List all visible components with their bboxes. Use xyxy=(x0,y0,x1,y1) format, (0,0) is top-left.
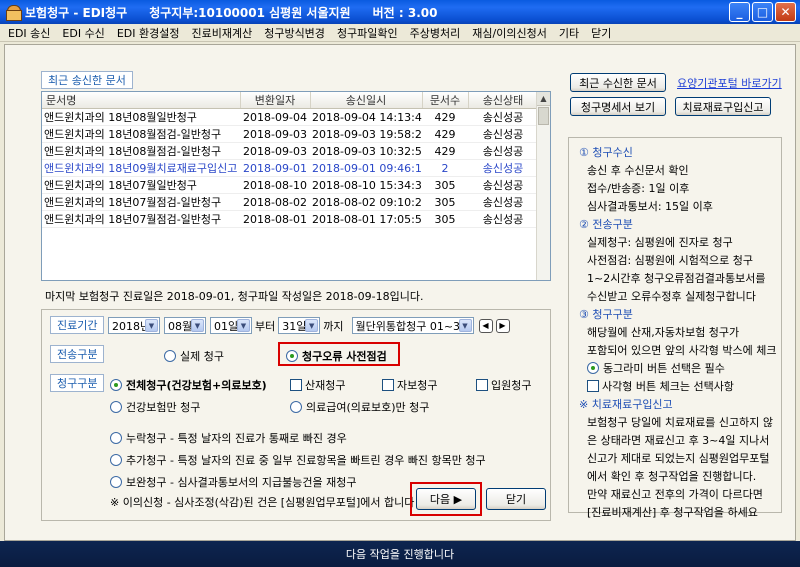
radio-omission[interactable]: 누락청구 - 특정 날자의 진료가 통째로 빠진 경우 xyxy=(110,430,347,446)
radio-icon xyxy=(290,401,302,413)
table-row[interactable]: 앤드윈치과의 18년07월점검-일반청구 2018-08-01 2018-08-01… xyxy=(42,210,538,228)
col-convert-date[interactable]: 변환일자 xyxy=(240,92,311,109)
radio-icon xyxy=(110,401,122,413)
claim-statement-button[interactable]: 청구명세서 보기 xyxy=(570,97,666,116)
radio-icon xyxy=(110,432,122,444)
menu-claim-file[interactable]: 청구파일확인 xyxy=(331,25,404,41)
chevron-down-icon: ▼ xyxy=(458,319,472,332)
radio-icon xyxy=(286,350,298,362)
radio-icon xyxy=(110,454,122,466)
table-scrollbar[interactable]: ▲ xyxy=(536,92,550,280)
scroll-thumb[interactable] xyxy=(538,107,549,125)
recent-docs-table[interactable]: 문서명 변환일자 송신일시 문서수 송신상태 앤드윈치과의 18년08월일반청구… xyxy=(41,91,551,281)
year-select[interactable]: 2018년 ▼ xyxy=(108,317,160,334)
prev-month-icon[interactable]: ◀ xyxy=(478,318,493,333)
info-panel: ① 청구수신 송신 후 수신문서 확인 접수/반송증: 1일 이후 심사결과통보… xyxy=(568,137,782,519)
radio-supplement[interactable]: 보완청구 - 심사결과통보서의 지급불능건을 재청구 xyxy=(110,474,356,490)
menu-appeal[interactable]: 재심/이의신청서 xyxy=(466,25,553,41)
table-header: 문서명 변환일자 송신일시 문서수 송신상태 xyxy=(42,92,539,109)
chevron-down-icon: ▼ xyxy=(191,319,204,332)
to-label: 까지 xyxy=(323,319,344,333)
col-send-status[interactable]: 송신상태 xyxy=(468,92,539,109)
recent-docs-label: 최근 송신한 문서 xyxy=(41,71,133,89)
main-panel: 최근 송신한 문서 문서명 변환일자 송신일시 문서수 송신상태 앤드윈치과의 … xyxy=(4,44,796,541)
table-row[interactable]: 앤드윈치과의 18년08월일반청구 2018-09-04 2018-09-04 14… xyxy=(42,108,538,126)
radio-medical-aid-only[interactable]: 의료급여(의료보호)만 청구 xyxy=(290,399,429,415)
version-info: 버전 : 3.00 xyxy=(372,5,438,20)
from-label: 부터 xyxy=(255,319,276,333)
menu-edi-settings[interactable]: EDI 환경설정 xyxy=(111,25,186,41)
check-sanjae[interactable]: 산재청구 xyxy=(290,377,345,393)
checkbox-icon xyxy=(290,379,302,391)
table-row[interactable]: 앤드윈치과의 18년08월점검-일반청구 2018-09-03 2018-09-03… xyxy=(42,142,538,160)
menu-claim-method[interactable]: 청구방식변경 xyxy=(258,25,331,41)
menu-recalculate[interactable]: 진료비재계산 xyxy=(185,25,258,41)
close-button[interactable]: 닫기 xyxy=(486,488,546,510)
menu-bar: EDI 송신 EDI 수신 EDI 환경설정 진료비재계산 청구방식변경 청구파… xyxy=(0,24,800,42)
menu-diagnosis[interactable]: 주상병처리 xyxy=(404,25,467,41)
window-title: 보험청구 - EDI청구 xyxy=(25,5,128,20)
app-icon xyxy=(6,5,22,21)
radio-icon xyxy=(110,379,122,391)
material-report-button[interactable]: 치료재료구입신고 xyxy=(675,97,771,116)
radio-icon xyxy=(587,362,599,374)
table-row[interactable]: 앤드윈치과의 18년07월일반청구 2018-08-10 2018-08-10 15… xyxy=(42,176,538,194)
chevron-down-icon: ▼ xyxy=(237,319,250,332)
radio-actual-claim[interactable]: 실제 청구 xyxy=(164,348,224,364)
claim-options-box: 진료기간 2018년 ▼ 08월 ▼ 01일 ▼ 부터 31일 ▼ 까지 월단위통합청구… xyxy=(41,309,551,521)
radio-icon xyxy=(110,476,122,488)
title-bar: 보험청구 - EDI청구 청구지부:10100001 심평원 서울지원 버전 :… xyxy=(0,0,800,24)
radio-claim-all[interactable]: 전체청구(건강보험+의료보호) xyxy=(110,377,267,393)
period-label: 진료기간 xyxy=(50,316,105,334)
table-row[interactable]: 앤드윈치과의 18년09월치료재료구입신고 2018-09-01 2018-09-0… xyxy=(42,159,538,177)
radio-precheck[interactable]: 청구오류 사전점검 xyxy=(286,348,387,364)
close-icon[interactable]: ✕ xyxy=(775,2,796,22)
day-from-select[interactable]: 01일 ▼ xyxy=(210,317,252,334)
check-jabo[interactable]: 자보청구 xyxy=(382,377,437,393)
next-button[interactable]: 다음 ▶ xyxy=(416,488,476,510)
next-month-icon[interactable]: ▶ xyxy=(495,318,510,333)
radio-health-only[interactable]: 건강보험만 청구 xyxy=(110,399,200,415)
status-bar: 다음 작업을 진행합니다 xyxy=(0,541,800,567)
radio-icon xyxy=(164,350,176,362)
info-head-claim-type: ③ 청구구분 xyxy=(579,308,633,321)
day-to-select[interactable]: 31일 ▼ xyxy=(278,317,321,334)
chevron-down-icon: ▼ xyxy=(145,319,158,332)
info-head-receive: ① 청구수신 xyxy=(579,146,633,159)
month-select[interactable]: 08월 ▼ xyxy=(164,317,206,334)
range-select[interactable]: 월단위통합청구 01~31 ▼ xyxy=(351,317,474,334)
maximize-icon[interactable]: □ xyxy=(752,2,773,22)
menu-close[interactable]: 닫기 xyxy=(585,25,617,41)
checkbox-icon xyxy=(587,380,599,392)
scroll-up-icon[interactable]: ▲ xyxy=(537,92,550,106)
menu-edi-send[interactable]: EDI 송신 xyxy=(2,25,56,41)
table-row[interactable]: 앤드윈치과의 18년08월점검-일반청구 2018-09-03 2018-09-03… xyxy=(42,125,538,143)
checkbox-icon xyxy=(476,379,488,391)
send-type-label: 전송구분 xyxy=(50,345,105,363)
info-head-send-type: ② 전송구분 xyxy=(579,218,633,231)
col-doc-count[interactable]: 문서수 xyxy=(422,92,469,109)
checkbox-icon xyxy=(382,379,394,391)
recent-received-button[interactable]: 최근 수신한 문서 xyxy=(570,73,666,92)
radio-addition[interactable]: 추가청구 - 특정 날자의 진료 중 일부 진료항목을 빠트린 경우 빠진 항목… xyxy=(110,452,486,468)
portal-link[interactable]: 요양기관포털 바로가기 xyxy=(677,75,782,91)
branch-info: 청구지부:10100001 심평원 서울지원 xyxy=(149,5,351,20)
claim-type-label: 청구구분 xyxy=(50,374,105,392)
status-text: 다음 작업을 진행합니다 xyxy=(345,548,455,561)
menu-edi-receive[interactable]: EDI 수신 xyxy=(56,25,110,41)
col-doc-name[interactable]: 문서명 xyxy=(42,92,241,109)
menu-etc[interactable]: 기타 xyxy=(553,25,585,41)
table-row[interactable]: 앤드윈치과의 18년07월점검-일반청구 2018-08-02 2018-08-02… xyxy=(42,193,538,211)
info-head-material: ※ 치료재료구입신고 xyxy=(579,398,673,411)
last-claim-text: 마지막 보험청구 진료일은 2018-09-01, 청구파일 작성일은 2018… xyxy=(45,290,424,303)
appeal-note: ※ 이의신청 - 심사조정(삭감)된 건은 [심평원업무포털]에서 합니다 xyxy=(110,496,415,509)
minimize-icon[interactable]: _ xyxy=(729,2,750,22)
chevron-down-icon: ▼ xyxy=(305,319,319,332)
col-send-time[interactable]: 송신일시 xyxy=(310,92,423,109)
check-ipwon[interactable]: 입원청구 xyxy=(476,377,531,393)
